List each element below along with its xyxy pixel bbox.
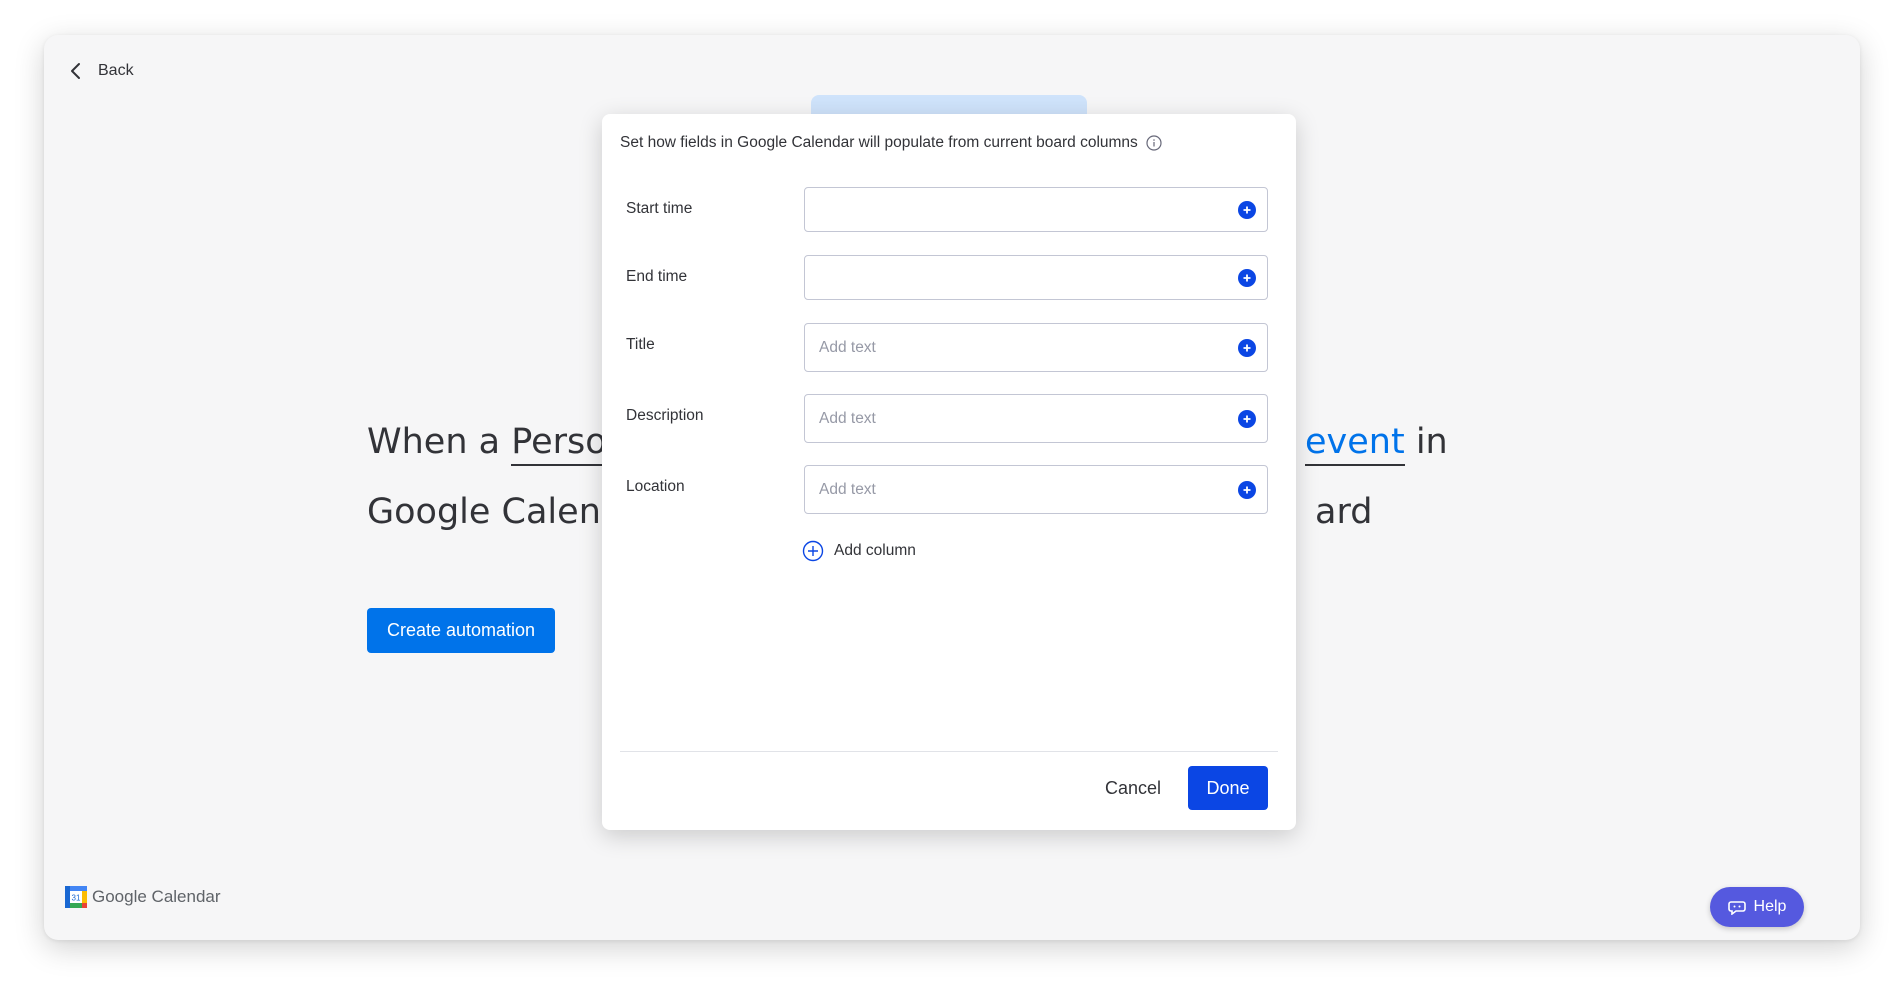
- location-field[interactable]: Add text: [804, 465, 1268, 514]
- sentence-text: When a: [367, 422, 512, 462]
- sentence-line2-left: Google Calenc: [367, 492, 621, 532]
- add-column-button[interactable]: Add column: [802, 540, 916, 562]
- description-add-icon[interactable]: [1238, 409, 1256, 428]
- cancel-button[interactable]: Cancel: [1092, 766, 1174, 810]
- description-placeholder: Add text: [819, 409, 876, 427]
- field-mapping-modal: Set how fields in Google Calendar will p…: [602, 114, 1296, 830]
- title-placeholder: Add text: [819, 338, 876, 356]
- info-icon[interactable]: [1146, 135, 1162, 151]
- end-time-label: End time: [626, 268, 688, 285]
- sentence-line1-right: event in: [1305, 417, 1448, 467]
- plus-icon: [1243, 486, 1251, 493]
- back-button[interactable]: Back: [68, 57, 134, 85]
- done-button[interactable]: Done: [1188, 766, 1268, 810]
- plus-icon: [1243, 274, 1251, 281]
- start-time-field[interactable]: [804, 187, 1268, 232]
- plus-icon: [1243, 415, 1251, 422]
- description-label: Description: [626, 407, 704, 424]
- google-calendar-brand: 31 Google Calendar: [64, 885, 221, 909]
- plus-icon: [1243, 344, 1251, 351]
- add-column-label: Add column: [834, 542, 916, 559]
- app-window: Back When a Persor event in Google Calen…: [44, 35, 1860, 940]
- add-circle-icon: [802, 540, 824, 562]
- location-label: Location: [626, 478, 685, 495]
- create-automation-button[interactable]: Create automation: [367, 608, 555, 653]
- start-time-add-icon[interactable]: [1238, 200, 1256, 219]
- modal-divider: [620, 751, 1278, 752]
- help-chat-icon: [1727, 901, 1746, 915]
- title-label: Title: [626, 336, 655, 353]
- location-add-icon[interactable]: [1238, 480, 1256, 499]
- back-label: Back: [98, 62, 134, 79]
- google-calendar-icon: 31: [64, 885, 88, 909]
- brand-name: Google Calendar: [92, 887, 221, 906]
- title-add-icon[interactable]: [1238, 338, 1256, 357]
- event-dropdown[interactable]: event: [1305, 420, 1405, 466]
- sentence-text: in: [1404, 422, 1448, 462]
- end-time-add-icon[interactable]: [1238, 268, 1256, 287]
- help-button[interactable]: Help: [1710, 887, 1804, 927]
- sentence-line1-left: When a Persor: [367, 417, 622, 467]
- description-field[interactable]: Add text: [804, 394, 1268, 443]
- end-time-field[interactable]: [804, 255, 1268, 300]
- start-time-label: Start time: [626, 200, 693, 217]
- modal-heading: Set how fields in Google Calendar will p…: [620, 134, 1162, 152]
- location-placeholder: Add text: [819, 480, 876, 498]
- chevron-left-icon: [71, 63, 80, 79]
- modal-heading-text: Set how fields in Google Calendar will p…: [620, 134, 1138, 151]
- logo-day: 31: [72, 894, 81, 903]
- plus-icon: [1243, 206, 1251, 213]
- help-label: Help: [1753, 898, 1787, 915]
- sentence-line2-right: ard: [1315, 492, 1373, 532]
- title-field[interactable]: Add text: [804, 323, 1268, 372]
